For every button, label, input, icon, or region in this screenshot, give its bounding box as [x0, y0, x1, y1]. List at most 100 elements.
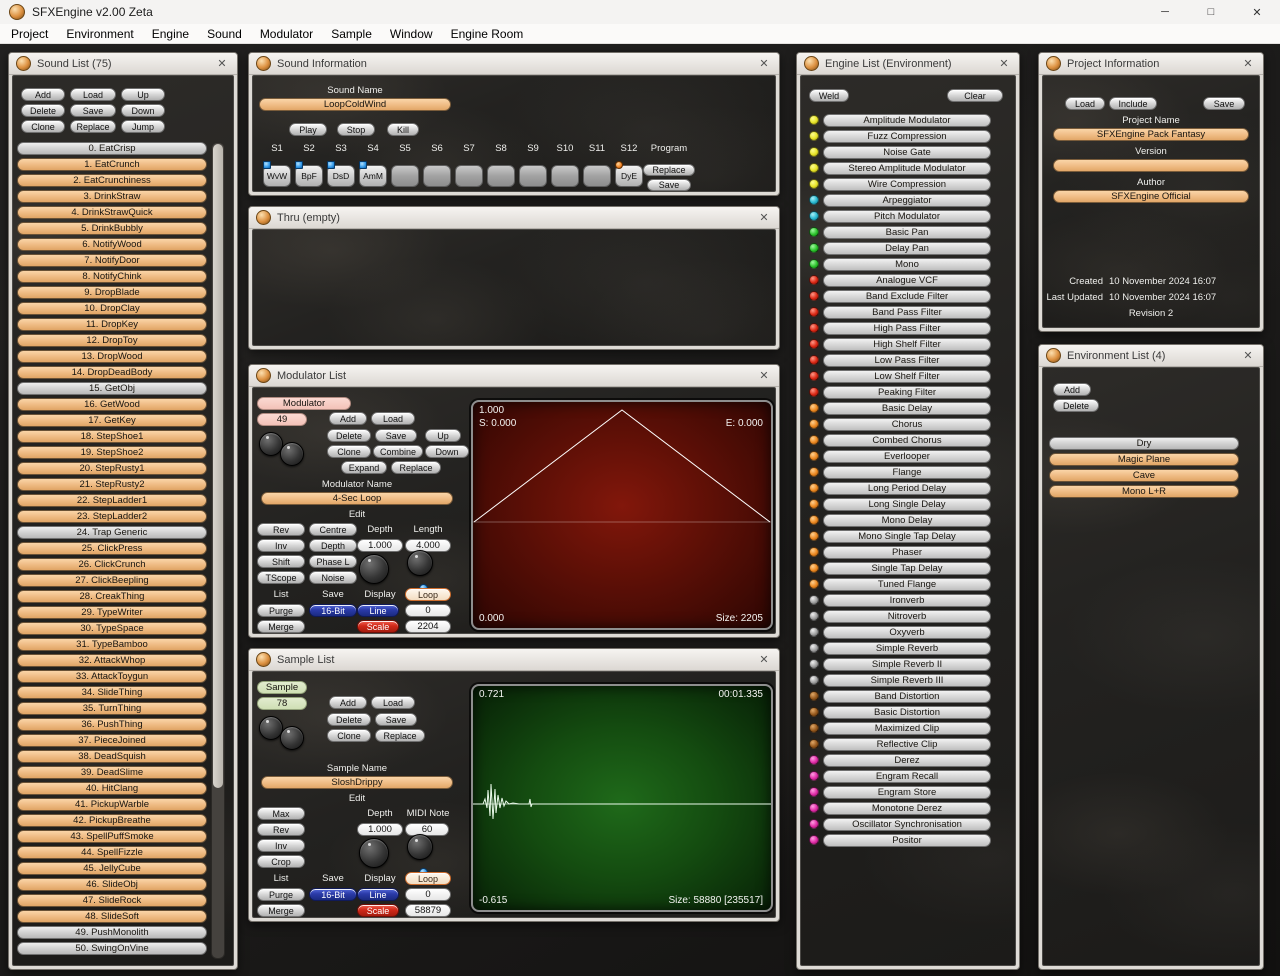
project-save-button[interactable]: Save	[1203, 97, 1245, 110]
loop-button[interactable]: Loop	[405, 872, 451, 885]
bit-depth-button[interactable]: 16-Bit	[309, 604, 357, 617]
sound-list-item[interactable]: 22. StepLadder1	[17, 494, 207, 507]
modulator-fine-knob[interactable]	[280, 442, 304, 466]
loop-end-field[interactable]: 2204	[405, 620, 451, 633]
sound-list-item[interactable]: 33. AttackToygun	[17, 670, 207, 683]
engine-list-item[interactable]: Basic Delay	[823, 401, 991, 415]
sound-list-item[interactable]: 19. StepShoe2	[17, 446, 207, 459]
engine-list-item[interactable]: Stereo Amplitude Modulator	[823, 161, 991, 175]
modulator-expand-button[interactable]: Expand	[341, 461, 387, 474]
engine-list-item[interactable]: Single Tap Delay	[823, 561, 991, 575]
sound-list-item[interactable]: 2. EatCrunchiness	[17, 174, 207, 187]
sound-list-item[interactable]: 36. PushThing	[17, 718, 207, 731]
sound-list-item[interactable]: 24. Trap Generic	[17, 526, 207, 539]
sound-list-item[interactable]: 50. SwingOnVine	[17, 942, 207, 955]
minimize-icon[interactable]: ─	[1142, 0, 1188, 24]
sample-name-field[interactable]: SloshDrippy	[261, 776, 453, 789]
engine-list-item[interactable]: Delay Pan	[823, 241, 991, 255]
sound-list-item[interactable]: 30. TypeSpace	[17, 622, 207, 635]
sound-list-item[interactable]: 43. SpellPuffSmoke	[17, 830, 207, 843]
depth-value-field[interactable]: 1.000	[357, 539, 403, 552]
modulator-down-button[interactable]: Down	[425, 445, 469, 458]
sound-list-item[interactable]: 21. StepRusty2	[17, 478, 207, 491]
menu-item-sample[interactable]: Sample	[322, 24, 381, 44]
engine-list-item[interactable]: Mono Delay	[823, 513, 991, 527]
version-field[interactable]	[1053, 159, 1249, 172]
engine-list-item[interactable]: Engram Store	[823, 785, 991, 799]
sound-list-add-button[interactable]: Add	[21, 88, 65, 101]
purge-button[interactable]: Purge	[257, 604, 305, 617]
sample-replace-button[interactable]: Replace	[375, 729, 425, 742]
modulator-shift-button[interactable]: Shift	[257, 555, 305, 568]
stop-button[interactable]: Stop	[337, 123, 375, 136]
engine-list-item[interactable]: Simple Reverb III	[823, 673, 991, 687]
engine-list-item[interactable]: High Shelf Filter	[823, 337, 991, 351]
project-load-button[interactable]: Load	[1065, 97, 1105, 110]
sample-index-field[interactable]: 78	[257, 697, 307, 710]
sound-list-item[interactable]: 14. DropDeadBody	[17, 366, 207, 379]
slot-button[interactable]	[391, 165, 419, 187]
depth-knob[interactable]	[359, 838, 389, 868]
engine-list-item[interactable]: Monotone Derez	[823, 801, 991, 815]
sound-list-item[interactable]: 44. SpellFizzle	[17, 846, 207, 859]
scale-button[interactable]: Scale	[357, 620, 399, 633]
scale-button[interactable]: Scale	[357, 904, 399, 917]
sound-list-item[interactable]: 6. NotifyWood	[17, 238, 207, 251]
engine-list-item[interactable]: Mono Single Tap Delay	[823, 529, 991, 543]
midi-knob[interactable]	[407, 834, 433, 860]
engine-list-item[interactable]: Engram Recall	[823, 769, 991, 783]
sound-list-item[interactable]: 4. DrinkStrawQuick	[17, 206, 207, 219]
engine-list-item[interactable]: Mono	[823, 257, 991, 271]
sample-max-button[interactable]: Max	[257, 807, 305, 820]
sound-list-item[interactable]: 9. DropBlade	[17, 286, 207, 299]
engine-list-item[interactable]: Derez	[823, 753, 991, 767]
sound-list-item[interactable]: 27. ClickBeepling	[17, 574, 207, 587]
sound-list-load-button[interactable]: Load	[70, 88, 116, 101]
modulator-clone-button[interactable]: Clone	[327, 445, 371, 458]
engine-list-item[interactable]: Basic Distortion	[823, 705, 991, 719]
sound-list-replace-button[interactable]: Replace	[70, 120, 116, 133]
slot-button[interactable]	[487, 165, 515, 187]
sample-fine-knob[interactable]	[280, 726, 304, 750]
maximize-icon[interactable]: □	[1188, 0, 1234, 24]
length-value-field[interactable]: 4.000	[405, 539, 451, 552]
sound-list-item[interactable]: 23. StepLadder2	[17, 510, 207, 523]
line-button[interactable]: Line	[357, 888, 399, 901]
sound-list-item[interactable]: 1. EatCrunch	[17, 158, 207, 171]
modulator-up-button[interactable]: Up	[425, 429, 461, 442]
line-button[interactable]: Line	[357, 604, 399, 617]
environment-list-item[interactable]: Cave	[1049, 469, 1239, 482]
engine-list-item[interactable]: Wire Compression	[823, 177, 991, 191]
menu-item-engine[interactable]: Engine	[143, 24, 198, 44]
menu-item-engine-room[interactable]: Engine Room	[442, 24, 533, 44]
engine-list-item[interactable]: Band Distortion	[823, 689, 991, 703]
sound-list-item[interactable]: 46. SlideObj	[17, 878, 207, 891]
sound-list-item[interactable]: 26. ClickCrunch	[17, 558, 207, 571]
close-icon[interactable]: ✕	[996, 57, 1012, 70]
sound-list-item[interactable]: 16. GetWood	[17, 398, 207, 411]
sample-clone-button[interactable]: Clone	[327, 729, 371, 742]
length-knob[interactable]	[407, 550, 433, 576]
engine-list-item[interactable]: Analogue VCF	[823, 273, 991, 287]
close-icon[interactable]: ✕	[756, 653, 772, 666]
sound-list-item[interactable]: 3. DrinkStraw	[17, 190, 207, 203]
modulator-combine-button[interactable]: Combine	[373, 445, 423, 458]
sound-list-item[interactable]: 41. PickupWarble	[17, 798, 207, 811]
sound-list-item[interactable]: 38. DeadSquish	[17, 750, 207, 763]
engine-list-item[interactable]: High Pass Filter	[823, 321, 991, 335]
sound-list-clone-button[interactable]: Clone	[21, 120, 65, 133]
sound-list-item[interactable]: 5. DrinkBubbly	[17, 222, 207, 235]
close-icon[interactable]: ✕	[1234, 0, 1280, 24]
project-name-field[interactable]: SFXEngine Pack Fantasy	[1053, 128, 1249, 141]
merge-button[interactable]: Merge	[257, 620, 305, 633]
sound-list-item[interactable]: 39. DeadSlime	[17, 766, 207, 779]
depth-value-field[interactable]: 1.000	[357, 823, 403, 836]
close-icon[interactable]: ✕	[756, 211, 772, 224]
engine-list-item[interactable]: Flange	[823, 465, 991, 479]
sound-list-item[interactable]: 17. GetKey	[17, 414, 207, 427]
engine-list-item[interactable]: Long Period Delay	[823, 481, 991, 495]
sound-list-item[interactable]: 28. CreakThing	[17, 590, 207, 603]
clear-button[interactable]: Clear	[947, 89, 1003, 102]
engine-list-item[interactable]: Band Pass Filter	[823, 305, 991, 319]
modulator-rev-button[interactable]: Rev	[257, 523, 305, 536]
